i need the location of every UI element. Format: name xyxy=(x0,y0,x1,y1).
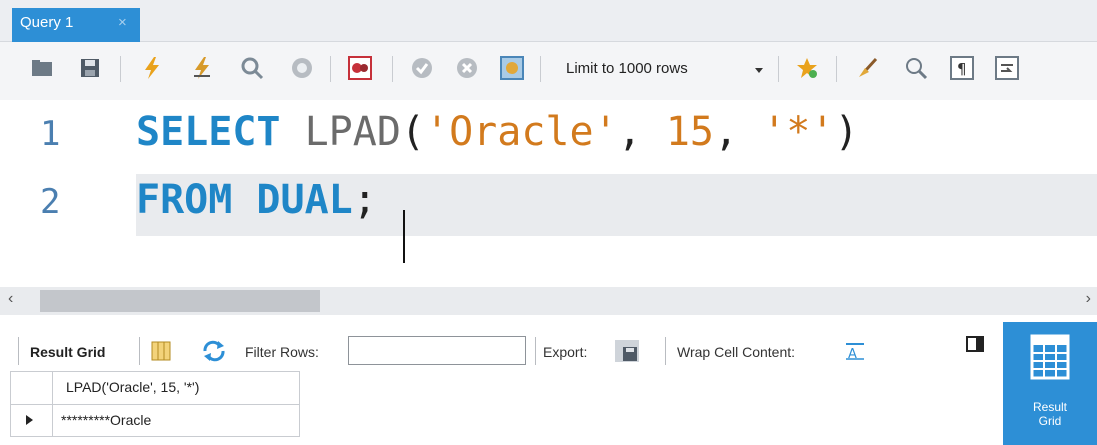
grid-layout-icon[interactable] xyxy=(151,341,171,361)
line-number: 1 xyxy=(40,114,61,154)
favorite-snippet-icon[interactable] xyxy=(795,56,819,80)
table-header-row: LPAD('Oracle', 15, '*') xyxy=(10,371,300,405)
toolbar-divider xyxy=(120,56,121,82)
table-row[interactable]: *********Oracle xyxy=(10,405,300,437)
export-icon[interactable] xyxy=(614,339,640,363)
string-literal: '*' xyxy=(762,109,835,155)
horizontal-scrollbar[interactable]: ‹ › xyxy=(0,287,1097,315)
wrap-icon[interactable] xyxy=(995,56,1019,80)
punctuation: ( xyxy=(400,109,426,155)
query-tab-bar: Query 1 × xyxy=(0,0,1097,42)
export-label: Export: xyxy=(543,344,588,360)
refresh-icon[interactable] xyxy=(201,340,227,362)
result-toolbar: Result Grid Filter Rows: Export: Wrap Ce… xyxy=(0,315,1000,371)
invisible-chars-icon[interactable]: ¶ xyxy=(950,56,974,80)
toolbar-divider xyxy=(836,56,837,82)
execute-icon[interactable] xyxy=(140,56,164,80)
panel-label-line: Grid xyxy=(1038,414,1062,428)
punctuation: ) xyxy=(834,109,859,155)
result-grid-tab[interactable]: Result Grid xyxy=(30,344,105,360)
filter-rows-input[interactable] xyxy=(348,336,526,365)
filter-rows-label: Filter Rows: xyxy=(245,344,319,360)
header-corner xyxy=(11,372,53,404)
toolbar-divider xyxy=(540,56,541,82)
stop-icon[interactable] xyxy=(290,56,314,80)
toolbar-divider xyxy=(665,337,666,365)
scrollbar-thumb[interactable] xyxy=(40,290,320,312)
toolbar-divider xyxy=(18,337,19,365)
string-literal: 'Oracle' xyxy=(425,109,618,155)
text-caret xyxy=(403,210,405,263)
scroll-right-icon[interactable]: › xyxy=(1086,290,1091,308)
sql-editor[interactable]: 1 SELECT LPAD('Oracle', 15, '*') 2 FROM … xyxy=(0,100,1097,284)
sql-editor-toolbar: Limit to 1000 rows ¶ xyxy=(0,42,1097,100)
limit-rows-select[interactable]: Limit to 1000 rows xyxy=(566,60,688,77)
folder-open-icon[interactable] xyxy=(30,56,54,80)
commit-icon[interactable] xyxy=(410,56,434,80)
wrap-cell-icon[interactable]: A xyxy=(845,341,865,361)
toggle-error-icon[interactable] xyxy=(348,56,372,80)
result-grid-panel-label: Result Grid xyxy=(1003,400,1097,428)
punctuation: , xyxy=(617,109,666,155)
scroll-left-icon[interactable]: ‹ xyxy=(8,290,13,308)
result-grid-panel-button[interactable]: Result Grid xyxy=(1003,322,1097,445)
code-line: 2 FROM DUAL; xyxy=(0,172,1097,236)
toolbar-divider xyxy=(330,56,331,82)
current-row-arrow-icon xyxy=(26,415,33,425)
punctuation: , xyxy=(714,109,763,155)
keyword: FROM xyxy=(136,177,233,223)
toolbar-divider xyxy=(139,337,140,365)
punctuation: ; xyxy=(352,177,377,223)
function-name: LPAD xyxy=(304,109,401,155)
result-grid-icon xyxy=(1030,334,1070,380)
autocommit-icon[interactable] xyxy=(500,56,524,80)
beautify-icon[interactable] xyxy=(856,56,880,80)
panel-label-line: Result xyxy=(1032,400,1067,414)
code-text: FROM DUAL; xyxy=(136,177,377,223)
explain-icon[interactable] xyxy=(240,56,264,80)
keyword: SELECT xyxy=(136,109,281,155)
toolbar-divider xyxy=(535,337,536,365)
column-header[interactable]: LPAD('Oracle', 15, '*') xyxy=(66,379,199,395)
code-line: 1 SELECT LPAD('Oracle', 15, '*') xyxy=(0,104,1097,164)
number-literal: 15 xyxy=(665,109,715,155)
result-grid: LPAD('Oracle', 15, '*') *********Oracle xyxy=(10,371,1000,441)
code-text: SELECT LPAD('Oracle', 15, '*') xyxy=(136,109,859,155)
rollback-icon[interactable] xyxy=(455,56,479,80)
tab-query-1[interactable]: Query 1 × xyxy=(12,8,140,42)
find-icon[interactable] xyxy=(904,56,928,80)
save-icon[interactable] xyxy=(78,56,102,80)
chevron-down-icon[interactable] xyxy=(755,68,763,73)
line-number: 2 xyxy=(40,182,61,222)
table-cell[interactable]: *********Oracle xyxy=(61,412,151,428)
close-icon[interactable]: × xyxy=(118,8,127,38)
toggle-side-panel-icon[interactable] xyxy=(966,336,984,352)
toolbar-divider xyxy=(392,56,393,82)
svg-text:¶: ¶ xyxy=(957,60,967,78)
execute-current-icon[interactable] xyxy=(190,56,214,80)
wrap-cell-content-label: Wrap Cell Content: xyxy=(677,344,796,360)
keyword: DUAL xyxy=(256,177,353,223)
toolbar-divider xyxy=(778,56,779,82)
tab-title: Query 1 xyxy=(20,14,74,31)
